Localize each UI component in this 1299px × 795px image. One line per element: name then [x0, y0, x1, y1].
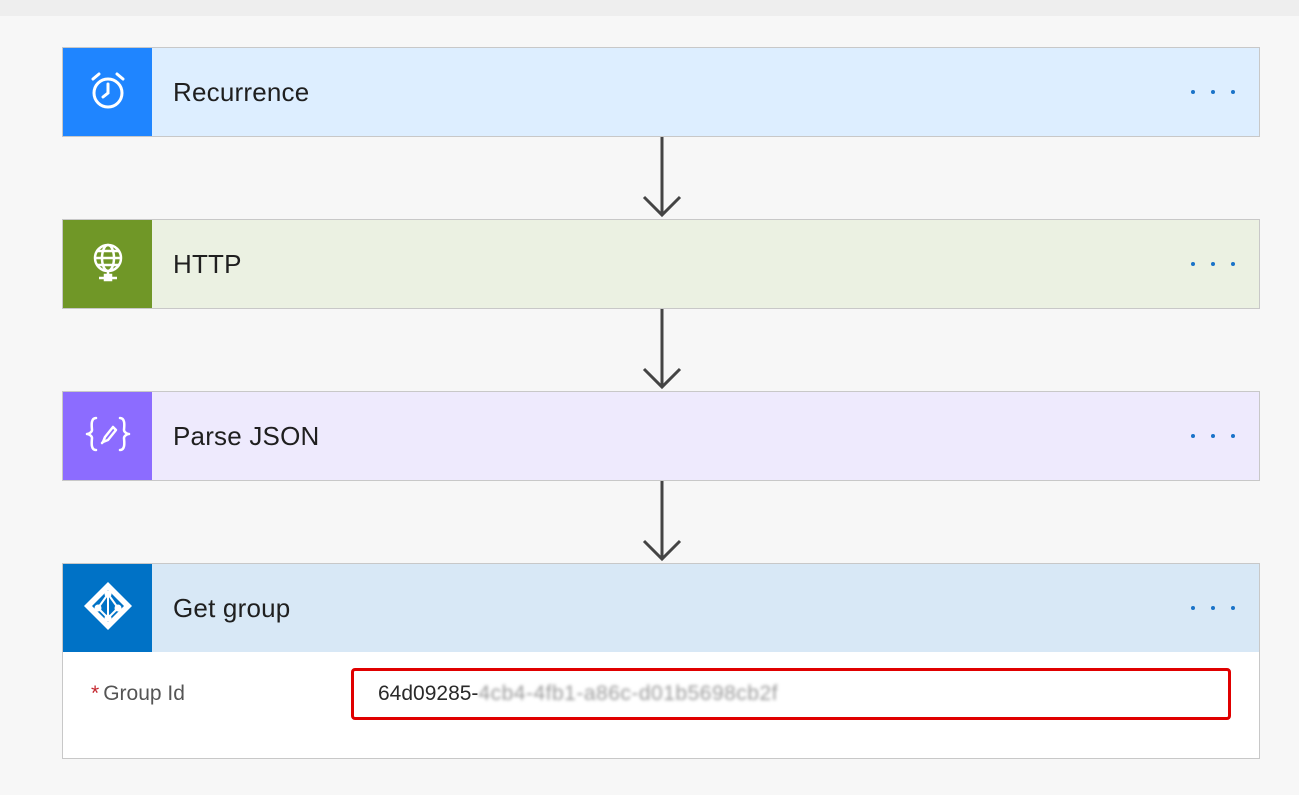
step-card-parse-json[interactable]: Parse JSON — [62, 391, 1260, 481]
step-title: Parse JSON — [173, 421, 320, 451]
group-id-input[interactable]: 64d09285- 4cb4-4fb1-a86c-d01b5698cb2f — [351, 668, 1231, 720]
card-header[interactable]: HTTP — [63, 220, 1259, 308]
get-group-icon-tile — [63, 564, 152, 652]
step-card-get-group[interactable]: Get group * Group Id 64d09285- 4cb4-4fb1-a… — [62, 563, 1260, 759]
step-title: HTTP — [173, 249, 242, 279]
more-options-button[interactable] — [1191, 426, 1235, 446]
flow-connector-arrow — [642, 481, 682, 563]
card-header[interactable]: Get group — [63, 564, 1259, 652]
recurrence-icon-tile — [63, 48, 152, 136]
step-card-http[interactable]: HTTP — [62, 219, 1260, 309]
step-card-recurrence[interactable]: Recurrence — [62, 47, 1260, 137]
card-body: * Group Id 64d09285- 4cb4-4fb1-a86c-d01b56… — [63, 652, 1259, 758]
azure-ad-icon — [80, 578, 136, 639]
step-title: Recurrence — [173, 77, 310, 107]
group-id-label: * Group Id — [91, 682, 185, 706]
step-title: Get group — [173, 593, 291, 623]
card-header[interactable]: Parse JSON — [63, 392, 1259, 480]
http-icon-tile — [63, 220, 152, 308]
more-options-button[interactable] — [1191, 254, 1235, 274]
parse-json-icon-tile — [63, 392, 152, 480]
flow-connector-arrow — [642, 137, 682, 219]
group-id-value-visible: 64d09285- — [378, 682, 479, 705]
more-options-button[interactable] — [1191, 82, 1235, 102]
alarm-clock-icon — [86, 68, 130, 117]
required-marker: * — [91, 682, 100, 705]
top-band — [0, 0, 1299, 16]
card-header[interactable]: Recurrence — [63, 48, 1259, 136]
group-id-label-text: Group Id — [103, 682, 185, 705]
json-braces-icon — [84, 412, 132, 461]
group-id-value-obscured: 4cb4-4fb1-a86c-d01b5698cb2f — [478, 682, 778, 705]
more-options-button[interactable] — [1191, 598, 1235, 618]
flow-connector-arrow — [642, 309, 682, 391]
globe-icon — [86, 240, 130, 289]
